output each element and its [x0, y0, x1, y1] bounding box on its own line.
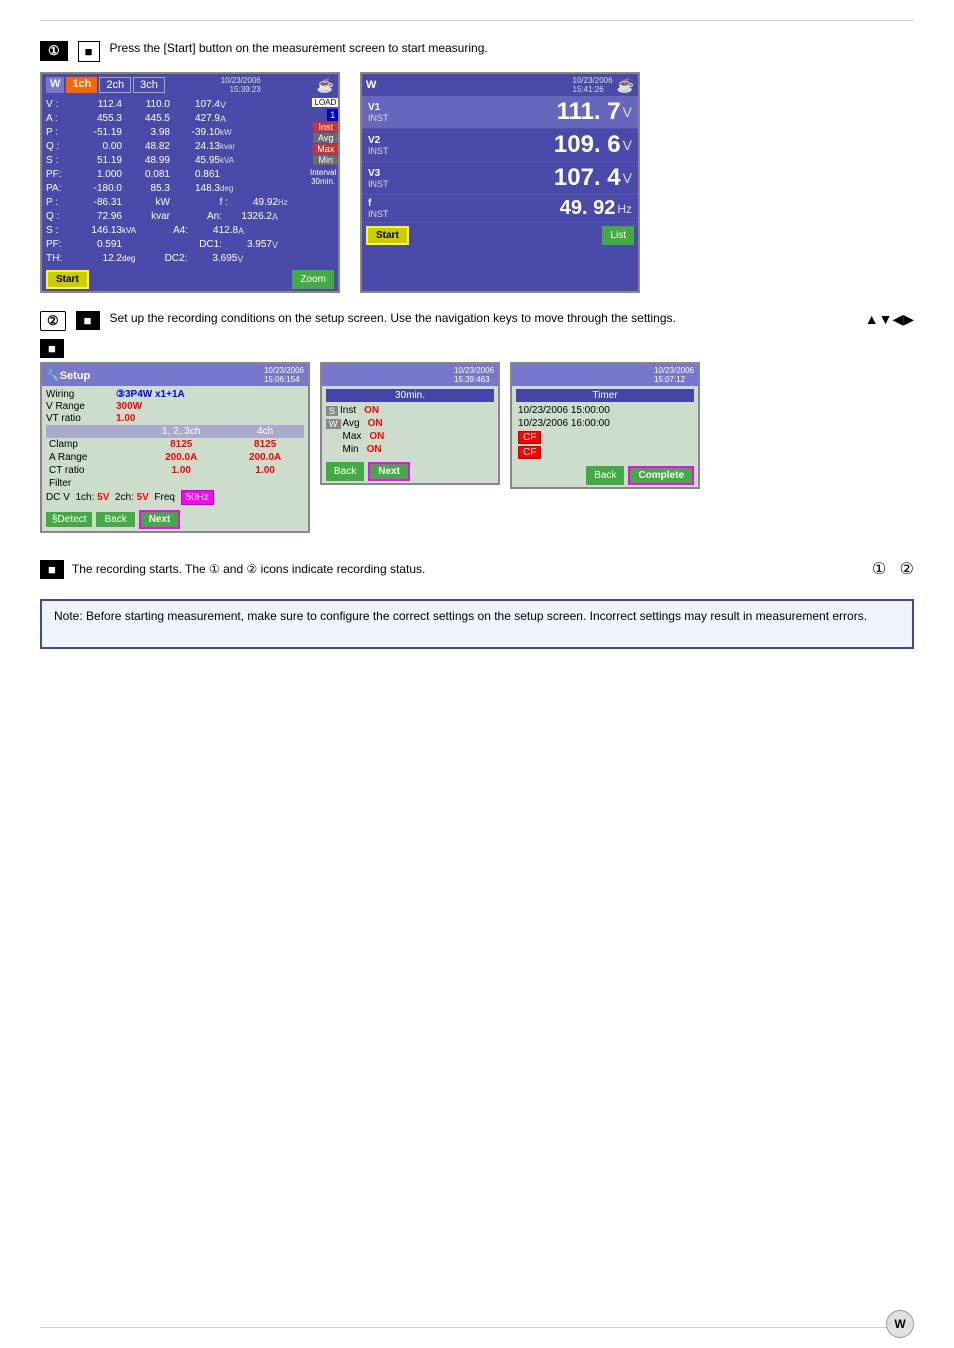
section3-label: ■: [40, 560, 64, 579]
rec-row-max: W Max ON: [326, 431, 494, 442]
volt-logo: W: [366, 79, 376, 91]
rec-footer: Back Next: [322, 460, 498, 483]
circle-icons: ① ②: [872, 559, 914, 579]
rec-header: 10/23/2006 15:39:463: [322, 364, 498, 386]
section3-description: The recording starts. The ① and ② icons …: [72, 562, 854, 576]
setup-back-button[interactable]: Back: [96, 512, 134, 527]
section2-desc: Set up the recording conditions on the s…: [110, 311, 855, 325]
note-text: Note: Before starting measurement, make …: [54, 609, 867, 623]
timer-val1: 10/23/2006 15:00:00: [516, 405, 694, 416]
volt-rows: V1 INST 111. 7 V V2 INST 109. 6 V: [362, 96, 638, 223]
meter-body: V :112.4110.0107.4V A :455.3445.5427.9A …: [42, 96, 338, 268]
inst-btn[interactable]: Inst: [313, 122, 338, 132]
section3-row: ■ The recording starts. The ① and ② icon…: [40, 559, 914, 579]
load-label: LOAD: [312, 98, 338, 107]
complete-button[interactable]: Complete: [628, 466, 694, 485]
timer-title: Timer: [516, 389, 694, 402]
setup-next-button[interactable]: Next: [139, 510, 181, 529]
right-voltage-screen: W 10/23/2006 15:41:26 ☕ V1 INST 111. 7 V…: [360, 72, 640, 293]
wiring-row: Wiring ③3P4W x1+1A: [46, 389, 304, 400]
timer-back-button[interactable]: Back: [586, 466, 624, 485]
section1-header: ① ■ Press the [Start] button on the meas…: [40, 41, 914, 62]
setup-footer: §Detect Back Next: [42, 508, 308, 531]
arrow-keys-icon: ▲▼◀▶: [865, 311, 914, 328]
freq-value: 50Hz: [181, 490, 214, 505]
rec-body: 30min. S Inst ON W Avg ON W Max ON: [322, 386, 498, 460]
meter-header: W 1ch 2ch 3ch 10/23/2006 15:39:23 ☕: [42, 74, 338, 96]
rec-next-button[interactable]: Next: [368, 462, 410, 481]
timer-body: Timer 10/23/2006 15:00:00 10/23/2006 16:…: [512, 386, 698, 464]
vtratio-row: VT ratio 1.00: [46, 413, 304, 424]
volt-timestamp: 10/23/2006 15:41:26: [573, 76, 613, 94]
cf-row1: CF: [516, 431, 694, 444]
section2-container: ② ■ Set up the recording conditions on t…: [40, 311, 914, 533]
timer-header: 10/23/2006 15:07:12: [512, 364, 698, 386]
setup-screens-row: 🔧Setup 10/23/2006 15:06:154 Wiring ③3P4W…: [40, 362, 914, 533]
setup-timestamp: 10/23/2006 15:06:154: [264, 366, 304, 384]
zoom-button[interactable]: Zoom: [292, 270, 334, 289]
vrange-row: V Range 300W: [46, 401, 304, 412]
rec-back-button[interactable]: Back: [326, 462, 364, 481]
list-button[interactable]: List: [602, 226, 634, 245]
section2-num: ②: [40, 311, 66, 331]
setup-logo: 🔧Setup: [46, 369, 90, 382]
rec-row-min: W Min ON: [326, 444, 494, 455]
top-rule: [40, 20, 914, 21]
meter-tabs: W 1ch 2ch 3ch: [46, 77, 165, 93]
max-btn[interactable]: Max: [313, 144, 338, 154]
section1-label: ■: [78, 41, 100, 62]
note-box: Note: Before starting measurement, make …: [40, 599, 914, 649]
setup-body: Wiring ③3P4W x1+1A V Range 300W VT ratio…: [42, 386, 308, 508]
setup-table: 1, 2, 3ch 4ch Clamp 8125 8125 A Range 20…: [46, 425, 304, 490]
rec-timestamp: 10/23/2006 15:39:463: [454, 366, 494, 384]
volt-row-v1: V1 INST 111. 7 V: [362, 96, 638, 129]
left-meter-screen: W 1ch 2ch 3ch 10/23/2006 15:39:23 ☕ V :1…: [40, 72, 340, 293]
left-start-button[interactable]: Start: [46, 270, 89, 289]
tab-2ch[interactable]: 2ch: [99, 77, 131, 93]
coffee-icon: ☕: [317, 77, 334, 94]
tab-w: W: [46, 77, 64, 93]
setup-header: 🔧Setup 10/23/2006 15:06:154: [42, 364, 308, 386]
section1-num: ①: [40, 41, 68, 61]
volt-footer: Start List: [362, 223, 638, 248]
volt-row-freq: f INST 49. 92 Hz: [362, 195, 638, 223]
meter-footer: Start Zoom: [42, 268, 338, 291]
volt-row-v3: V3 INST 107. 4 V: [362, 162, 638, 195]
recording-screen: 10/23/2006 15:39:463 30min. S Inst ON W …: [320, 362, 500, 485]
coffee-icon-right: ☕: [617, 77, 634, 94]
min-btn[interactable]: Min: [313, 155, 338, 165]
timer-screen: 10/23/2006 15:07:12 Timer 10/23/2006 15:…: [510, 362, 700, 489]
tab-1ch[interactable]: 1ch: [66, 77, 97, 93]
dc-row: DC V 1ch: 5V 2ch: 5V Freq 50Hz: [46, 492, 304, 503]
avg-btn[interactable]: Avg: [313, 133, 338, 143]
tab-3ch[interactable]: 3ch: [133, 77, 165, 93]
section3-container: ■ The recording starts. The ① and ② icon…: [40, 559, 914, 579]
interval-bar: 30min.: [326, 389, 494, 402]
left-timestamp: 10/23/2006 15:39:23: [221, 76, 261, 94]
load-indicator: 1: [327, 109, 338, 121]
section1-description: Press the [Start] button on the measurem…: [110, 41, 914, 55]
section2-header: ② ■ Set up the recording conditions on t…: [40, 311, 914, 331]
section2-label: ■: [76, 311, 100, 330]
timer-timestamp: 10/23/2006 15:07:12: [654, 366, 694, 384]
right-start-button[interactable]: Start: [366, 226, 409, 245]
volt-header: W 10/23/2006 15:41:26 ☕: [362, 74, 638, 96]
cf-value2: CF: [518, 446, 541, 459]
volt-row-v2: V2 INST 109. 6 V: [362, 129, 638, 162]
rec-row-avg: W Avg ON: [326, 418, 494, 429]
interval-label: Interval 30min.: [308, 167, 338, 187]
freq-label: Freq: [154, 492, 175, 503]
section2-sublabel: ■: [40, 339, 914, 358]
bottom-rule: [40, 1327, 914, 1328]
screens-row: W 1ch 2ch 3ch 10/23/2006 15:39:23 ☕ V :1…: [40, 72, 914, 293]
setup-screen: 🔧Setup 10/23/2006 15:06:154 Wiring ③3P4W…: [40, 362, 310, 533]
timer-val2: 10/23/2006 16:00:00: [516, 418, 694, 429]
rec-row-inst: S Inst ON: [326, 405, 494, 416]
page-marker: W: [886, 1310, 914, 1338]
timer-footer: Back Complete: [512, 464, 698, 487]
cf-row2: CF: [516, 446, 694, 459]
section2-sublabel-box: ■: [40, 339, 64, 358]
cf-value1: CF: [518, 431, 541, 444]
detect-button[interactable]: §Detect: [46, 512, 92, 527]
